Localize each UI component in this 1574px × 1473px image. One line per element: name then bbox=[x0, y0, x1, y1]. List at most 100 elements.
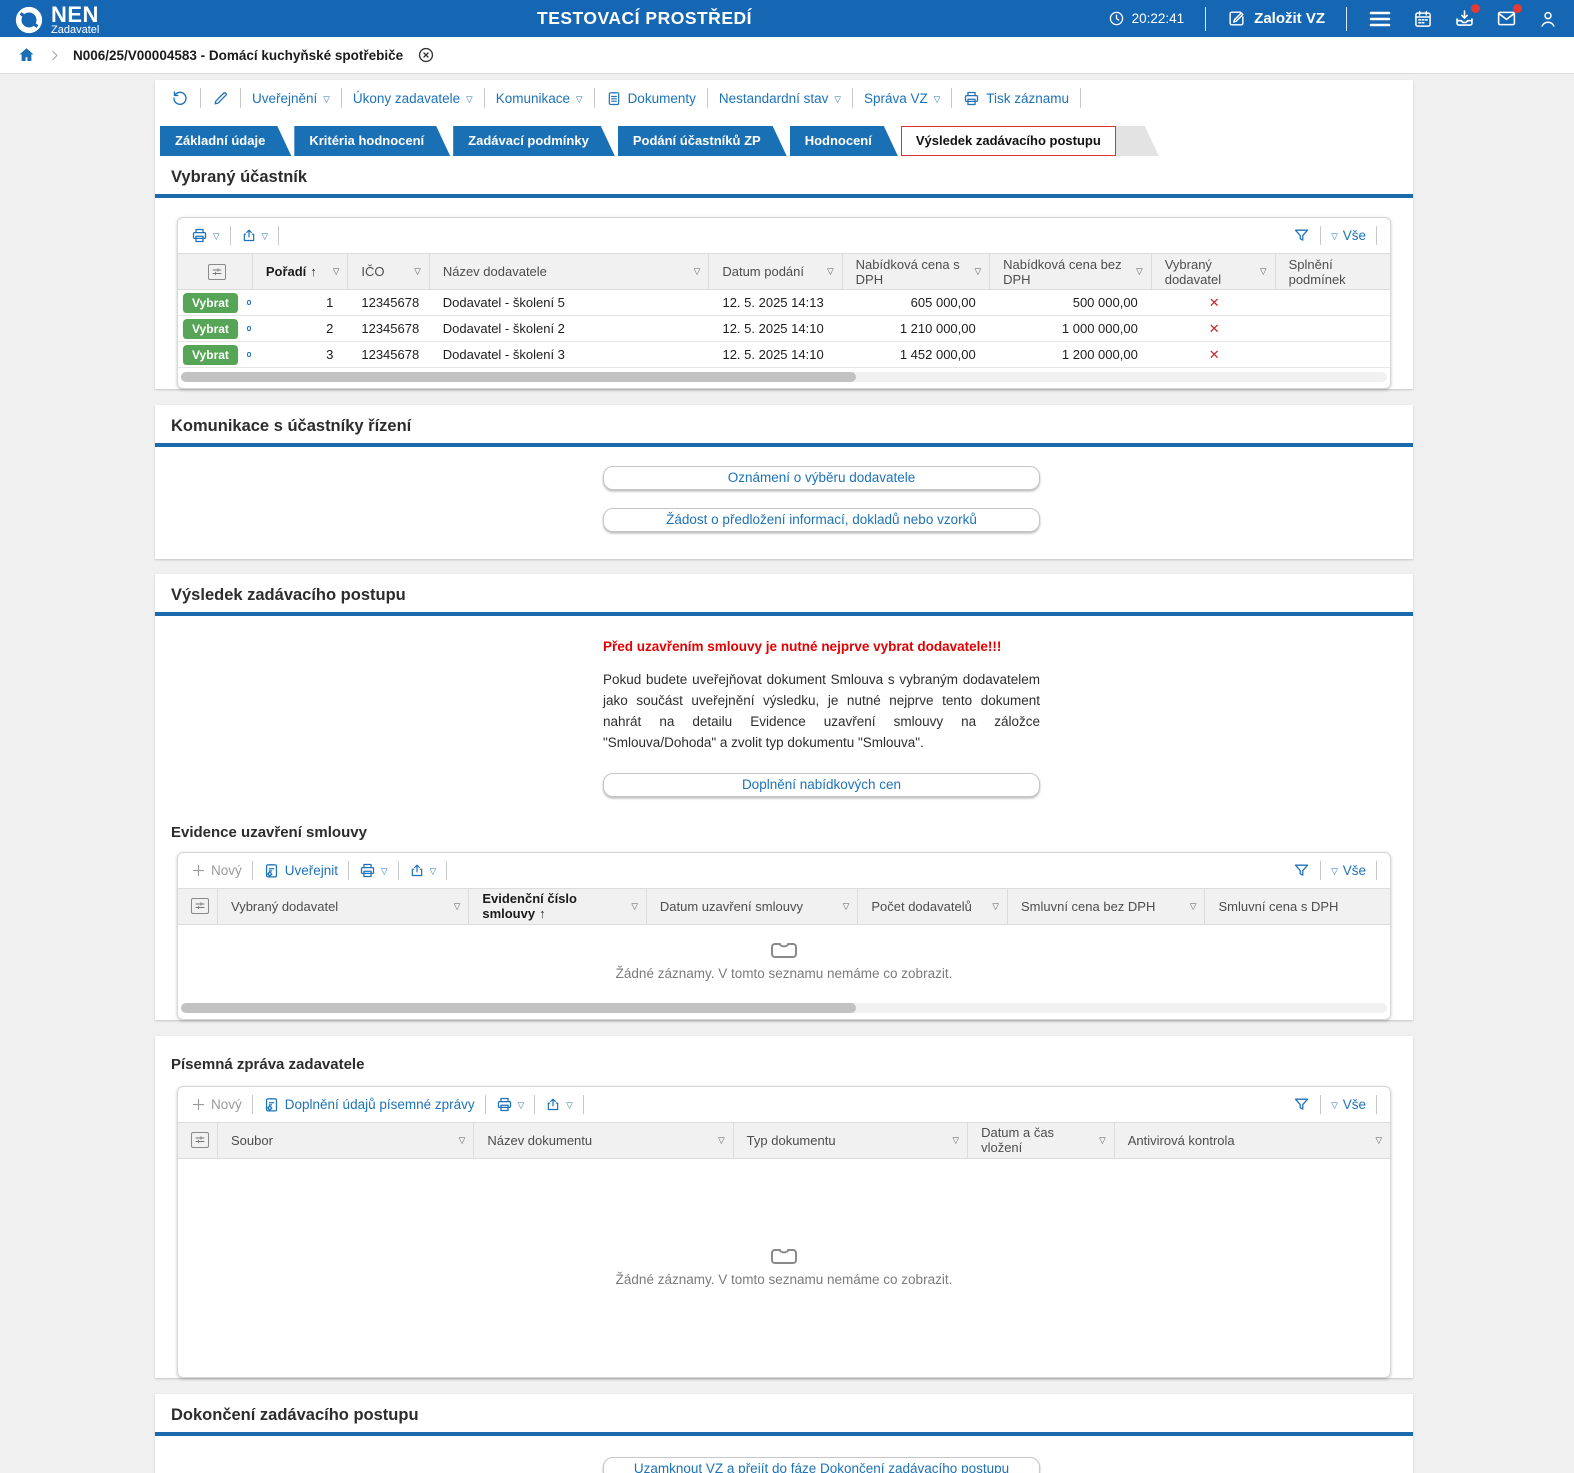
select-supplier-button[interactable]: Vybrat bbox=[183, 293, 238, 313]
column-filter-icon[interactable]: ▽ bbox=[333, 264, 340, 279]
fill-report-data-button[interactable]: Doplnění údajů písemné zprávy bbox=[263, 1096, 475, 1113]
menu-uverejneni[interactable]: Uveřejnění▽ bbox=[252, 91, 330, 106]
tab-hodnoceni[interactable]: Hodnocení bbox=[790, 126, 898, 156]
lock-vz-button[interactable]: Uzamknout VZ a přejít do fáze Dokončení … bbox=[603, 1457, 1040, 1473]
downloads-button[interactable] bbox=[1454, 8, 1475, 29]
menu-button[interactable] bbox=[1368, 9, 1392, 29]
scrollbar-thumb[interactable] bbox=[181, 372, 856, 382]
column-header[interactable]: Smluvní cena s DPH bbox=[1218, 899, 1382, 914]
filter-all-selector[interactable]: ▽Vše bbox=[1331, 863, 1366, 878]
tab-zakladni-udaje[interactable]: Základní údaje bbox=[160, 126, 291, 156]
column-filter-icon[interactable]: ▽ bbox=[1190, 899, 1197, 914]
select-supplier-button[interactable]: Vybrat bbox=[183, 345, 238, 365]
toolbar-separator bbox=[852, 88, 853, 108]
column-header[interactable]: Datum podání bbox=[722, 264, 823, 279]
column-header[interactable]: Nabídková cena bez DPH bbox=[1003, 257, 1132, 287]
calendar-button[interactable] bbox=[1413, 9, 1433, 29]
close-record-button[interactable] bbox=[417, 46, 435, 64]
request-documents-button[interactable]: Žádost o předložení informací, dokladů n… bbox=[603, 508, 1040, 532]
toolbar-separator bbox=[534, 1095, 535, 1114]
menu-ukony-zadavatele[interactable]: Úkony zadavatele▽ bbox=[353, 91, 473, 106]
column-header[interactable]: Splnění podmínek bbox=[1289, 257, 1382, 287]
column-filter-icon[interactable]: ▽ bbox=[992, 899, 999, 914]
column-filter-icon[interactable]: ▽ bbox=[1136, 264, 1143, 279]
supplier-selection-notice-button[interactable]: Oznámení o výběru dodavatele bbox=[603, 466, 1040, 490]
panel-participants: Uveřejnění▽ Úkony zadavatele▽ Komunikace… bbox=[155, 80, 1413, 389]
column-filter-icon[interactable]: ▽ bbox=[975, 264, 982, 279]
filter-button[interactable] bbox=[1293, 1096, 1310, 1113]
column-filter-icon[interactable]: ▽ bbox=[414, 264, 421, 279]
publish-contract-button[interactable]: Uveřejnit bbox=[263, 862, 338, 879]
calendar-icon bbox=[1413, 9, 1433, 29]
fill-bid-prices-button[interactable]: Doplnění nabídkových cen bbox=[603, 773, 1040, 797]
print-button[interactable]: ▽ bbox=[191, 227, 220, 244]
filter-all-selector[interactable]: ▽Vše bbox=[1331, 1097, 1366, 1112]
column-header[interactable]: Vybraný dodavatel bbox=[231, 899, 450, 914]
home-button[interactable] bbox=[17, 46, 36, 64]
menu-komunikace[interactable]: Komunikace▽ bbox=[496, 91, 583, 106]
filter-all-selector[interactable]: ▽Vše bbox=[1331, 228, 1366, 243]
column-filter-icon[interactable]: ▽ bbox=[1260, 264, 1267, 279]
column-header[interactable]: Typ dokumentu bbox=[747, 1133, 949, 1148]
column-settings-button[interactable] bbox=[178, 254, 253, 289]
column-header[interactable]: Vybraný dodavatel bbox=[1165, 257, 1256, 287]
history-button[interactable] bbox=[171, 89, 189, 107]
toolbar-separator bbox=[341, 88, 342, 108]
menu-sprava-vz[interactable]: Správa VZ▽ bbox=[864, 91, 940, 106]
column-filter-icon[interactable]: ▽ bbox=[631, 899, 638, 914]
print-record-button[interactable]: Tisk záznamu bbox=[963, 90, 1069, 107]
compose-icon bbox=[1227, 9, 1246, 28]
messages-button[interactable] bbox=[1496, 8, 1517, 29]
column-filter-icon[interactable]: ▽ bbox=[1375, 1133, 1382, 1148]
create-vz-button[interactable]: Založit VZ bbox=[1227, 9, 1325, 28]
column-filter-icon[interactable]: ▽ bbox=[953, 1133, 960, 1148]
filter-button[interactable] bbox=[1293, 862, 1310, 879]
column-header[interactable]: Název dodavatele bbox=[443, 264, 690, 279]
edit-button[interactable] bbox=[212, 90, 229, 107]
column-header[interactable]: Datum uzavření smlouvy bbox=[660, 899, 839, 914]
user-profile-button[interactable] bbox=[1538, 9, 1558, 29]
menu-dokumenty[interactable]: Dokumenty bbox=[606, 90, 696, 107]
export-button[interactable]: ▽ bbox=[545, 1096, 573, 1113]
select-supplier-button[interactable]: Vybrat bbox=[183, 319, 238, 339]
column-header[interactable]: Antivirová kontrola bbox=[1128, 1133, 1372, 1148]
breadcrumb-item[interactable]: N006/25/V00004583 - Domácí kuchyňské spo… bbox=[73, 48, 403, 63]
new-report-button[interactable]: Nový bbox=[191, 1097, 242, 1112]
column-header[interactable]: Pořadí bbox=[266, 264, 329, 279]
filter-button[interactable] bbox=[1293, 227, 1310, 244]
tab-podani-ucastniku-zp[interactable]: Podání účastníků ZP bbox=[618, 126, 787, 156]
menu-nestandardni-stav[interactable]: Nestandardní stav▽ bbox=[719, 91, 841, 106]
scrollbar-track[interactable] bbox=[181, 372, 1387, 382]
column-filter-icon[interactable]: ▽ bbox=[459, 1133, 466, 1148]
dropdown-triangle-icon: ▽ bbox=[213, 232, 220, 241]
column-filter-icon[interactable]: ▽ bbox=[827, 264, 834, 279]
column-header[interactable]: Soubor bbox=[231, 1133, 455, 1148]
tab-vysledek-zadavaciho-postupu[interactable]: Výsledek zadávacího postupu bbox=[901, 126, 1116, 156]
export-button[interactable]: ▽ bbox=[409, 862, 437, 879]
panel-completion: Dokončení zadávacího postupu Uzamknout V… bbox=[155, 1394, 1413, 1473]
column-filter-icon[interactable]: ▽ bbox=[694, 264, 701, 279]
column-header[interactable]: Datum a čas vložení bbox=[981, 1125, 1095, 1155]
print-button[interactable]: ▽ bbox=[359, 862, 388, 879]
column-header[interactable]: Nabídková cena s DPH bbox=[856, 257, 971, 287]
scrollbar-track[interactable] bbox=[181, 1003, 1387, 1013]
column-filter-icon[interactable]: ▽ bbox=[843, 899, 850, 914]
column-header[interactable]: Počet dodavatelů bbox=[871, 899, 988, 914]
column-filter-icon[interactable]: ▽ bbox=[718, 1133, 725, 1148]
column-header[interactable]: Název dokumentu bbox=[487, 1133, 714, 1148]
new-contract-button[interactable]: Nový bbox=[191, 863, 242, 878]
print-button[interactable]: ▽ bbox=[496, 1096, 525, 1113]
column-header[interactable]: IČO bbox=[361, 264, 410, 279]
tab-kriteria-hodnoceni[interactable]: Kritéria hodnocení bbox=[294, 126, 450, 156]
column-filter-icon[interactable]: ▽ bbox=[1099, 1133, 1106, 1148]
export-button[interactable]: ▽ bbox=[241, 227, 269, 244]
scrollbar-thumb[interactable] bbox=[181, 1003, 856, 1013]
column-header[interactable]: Smluvní cena bez DPH bbox=[1021, 899, 1186, 914]
column-settings-button[interactable] bbox=[178, 889, 218, 924]
column-settings-button[interactable] bbox=[178, 1123, 218, 1158]
column-header[interactable]: Evidenční číslo smlouvy bbox=[482, 891, 627, 921]
app-logo[interactable]: NEN Zadavatel bbox=[0, 2, 99, 36]
tab-zadavaci-podminky[interactable]: Zadávací podmínky bbox=[453, 126, 615, 156]
printer-icon bbox=[191, 227, 208, 244]
column-filter-icon[interactable]: ▽ bbox=[454, 899, 461, 914]
